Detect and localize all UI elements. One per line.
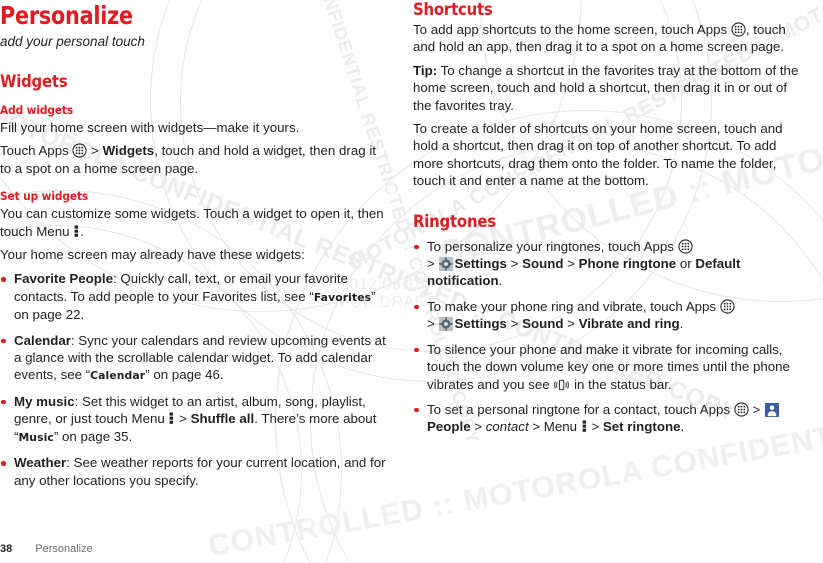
text-fragment: To personalize your ringtones, touch App… (427, 238, 678, 254)
menu-overflow-icon (74, 224, 79, 238)
list-item: Weather: See weather reports for your cu… (0, 454, 386, 489)
menu-overflow-icon (582, 419, 587, 433)
set-up-widgets-paragraph-1: You can customize some widgets. Touch a … (0, 205, 386, 240)
page-footer: 38 Personalize (0, 543, 93, 555)
text-fragment: > (748, 401, 764, 417)
menu-item-settings: Settings (454, 256, 507, 272)
text-fragment: > (175, 411, 191, 427)
menu-item-phone-ringtone: Phone ringtone (578, 256, 677, 272)
text-fragment: Touch Apps (0, 143, 73, 159)
apps-grid-icon (720, 299, 735, 314)
text-fragment: You can customize some widgets. Touch a … (0, 206, 384, 239)
text-fragment: in the status bar. (570, 376, 672, 392)
text-fragment: > Menu (528, 419, 581, 435)
text-fragment: To change a shortcut in the favorites tr… (413, 62, 799, 113)
subsection-heading-add-widgets: Add widgets (0, 103, 74, 117)
widget-name: My music (14, 393, 75, 409)
section-heading-shortcuts: Shortcuts (413, 0, 493, 19)
menu-item-widgets: Widgets (102, 143, 155, 159)
menu-item-people: People (427, 419, 471, 435)
apps-grid-icon (678, 239, 693, 254)
text-fragment: To make your phone ring and vibrate, tou… (427, 298, 720, 314)
set-up-widgets-paragraph-2: Your home screen may already have these … (0, 247, 305, 263)
cross-reference[interactable]: Music (18, 431, 53, 444)
tip-label: Tip: (413, 62, 438, 78)
apps-grid-icon (72, 143, 88, 158)
text-fragment: : See weather reports for your current l… (14, 455, 386, 488)
text-fragment: . (498, 273, 503, 289)
page-title: Personalize (0, 1, 133, 30)
shortcuts-paragraph-2: To create a folder of shortcuts on your … (413, 121, 783, 189)
list-item: To set a personal ringtone for a contact… (413, 401, 799, 436)
text-fragment: > (427, 316, 439, 332)
text-fragment: > (563, 316, 579, 332)
menu-item-set-ringtone: Set ringtone (602, 419, 681, 435)
text-fragment: ” on page 46. (145, 367, 224, 383)
text-fragment: > (506, 256, 523, 272)
apps-grid-icon (731, 22, 746, 37)
left-column: Personalize add your personal touch Widg… (0, 0, 386, 489)
list-item: To personalize your ringtones, touch App… (413, 238, 799, 290)
text-fragment: To set a personal ringtone for a contact… (427, 401, 734, 417)
text-fragment: ” on page 35. (53, 428, 133, 444)
section-heading-widgets: Widgets (0, 72, 68, 91)
text-fragment: . (680, 419, 685, 435)
text-fragment: To add app shortcuts to the home screen,… (413, 22, 731, 37)
page-subtitle: add your personal touch (0, 34, 145, 49)
cross-reference[interactable]: Favorites (314, 291, 371, 304)
text-fragment: or (676, 256, 696, 272)
menu-overflow-icon (169, 411, 174, 425)
text-fragment: > (506, 316, 523, 332)
list-item: My music: Set this widget to an artist, … (0, 393, 386, 446)
list-item: To silence your phone and make it vibrat… (413, 341, 799, 393)
menu-item-shuffle-all: Shuffle all (190, 411, 255, 427)
text-fragment: > (563, 256, 579, 272)
list-item: Favorite People: Quickly call, text, or … (0, 270, 386, 323)
add-widgets-paragraph-1: Fill your home screen with widgets—make … (0, 120, 300, 135)
widget-name: Weather (14, 455, 67, 471)
widget-name: Favorite People (14, 271, 114, 287)
text-fragment: . (679, 316, 684, 332)
shortcuts-tip: Tip: To change a shortcut in the favorit… (413, 62, 799, 114)
menu-item-settings: Settings (454, 316, 507, 332)
shortcuts-paragraph-1: To add app shortcuts to the home screen,… (413, 21, 799, 56)
menu-item-sound: Sound (522, 316, 564, 332)
manual-page: Personalize add your personal touch Widg… (0, 0, 823, 563)
add-widgets-paragraph-2: Touch Apps > Widgets, touch and hold a w… (0, 142, 386, 177)
text-fragment: > (470, 419, 486, 435)
gear-icon (439, 317, 454, 332)
apps-grid-icon (734, 402, 749, 417)
page-number: 38 (0, 543, 13, 555)
placeholder-contact: contact (485, 419, 529, 435)
vibrate-icon (554, 378, 570, 392)
text-fragment: > (87, 143, 103, 159)
text-fragment: > (427, 256, 439, 272)
widget-name: Calendar (14, 332, 71, 348)
list-item: Calendar: Sync your calendars and review… (0, 332, 386, 385)
list-item: To make your phone ring and vibrate, tou… (413, 298, 799, 333)
footer-chapter-name: Personalize (35, 543, 93, 555)
section-heading-ringtones: Ringtones (413, 211, 496, 231)
ringtones-list: To personalize your ringtones, touch App… (413, 238, 799, 436)
gear-icon (439, 257, 454, 272)
text-fragment: . (80, 223, 84, 239)
subsection-heading-set-up-widgets: Set up widgets (0, 189, 89, 204)
text-fragment: > (587, 419, 603, 435)
menu-item-sound: Sound (522, 256, 564, 272)
cross-reference[interactable]: Calendar (90, 369, 145, 382)
menu-item-vibrate-and-ring: Vibrate and ring (578, 316, 680, 332)
right-column: Shortcuts To add app shortcuts to the ho… (413, 0, 799, 436)
people-contact-icon (764, 402, 779, 417)
widget-list: Favorite People: Quickly call, text, or … (0, 270, 386, 488)
